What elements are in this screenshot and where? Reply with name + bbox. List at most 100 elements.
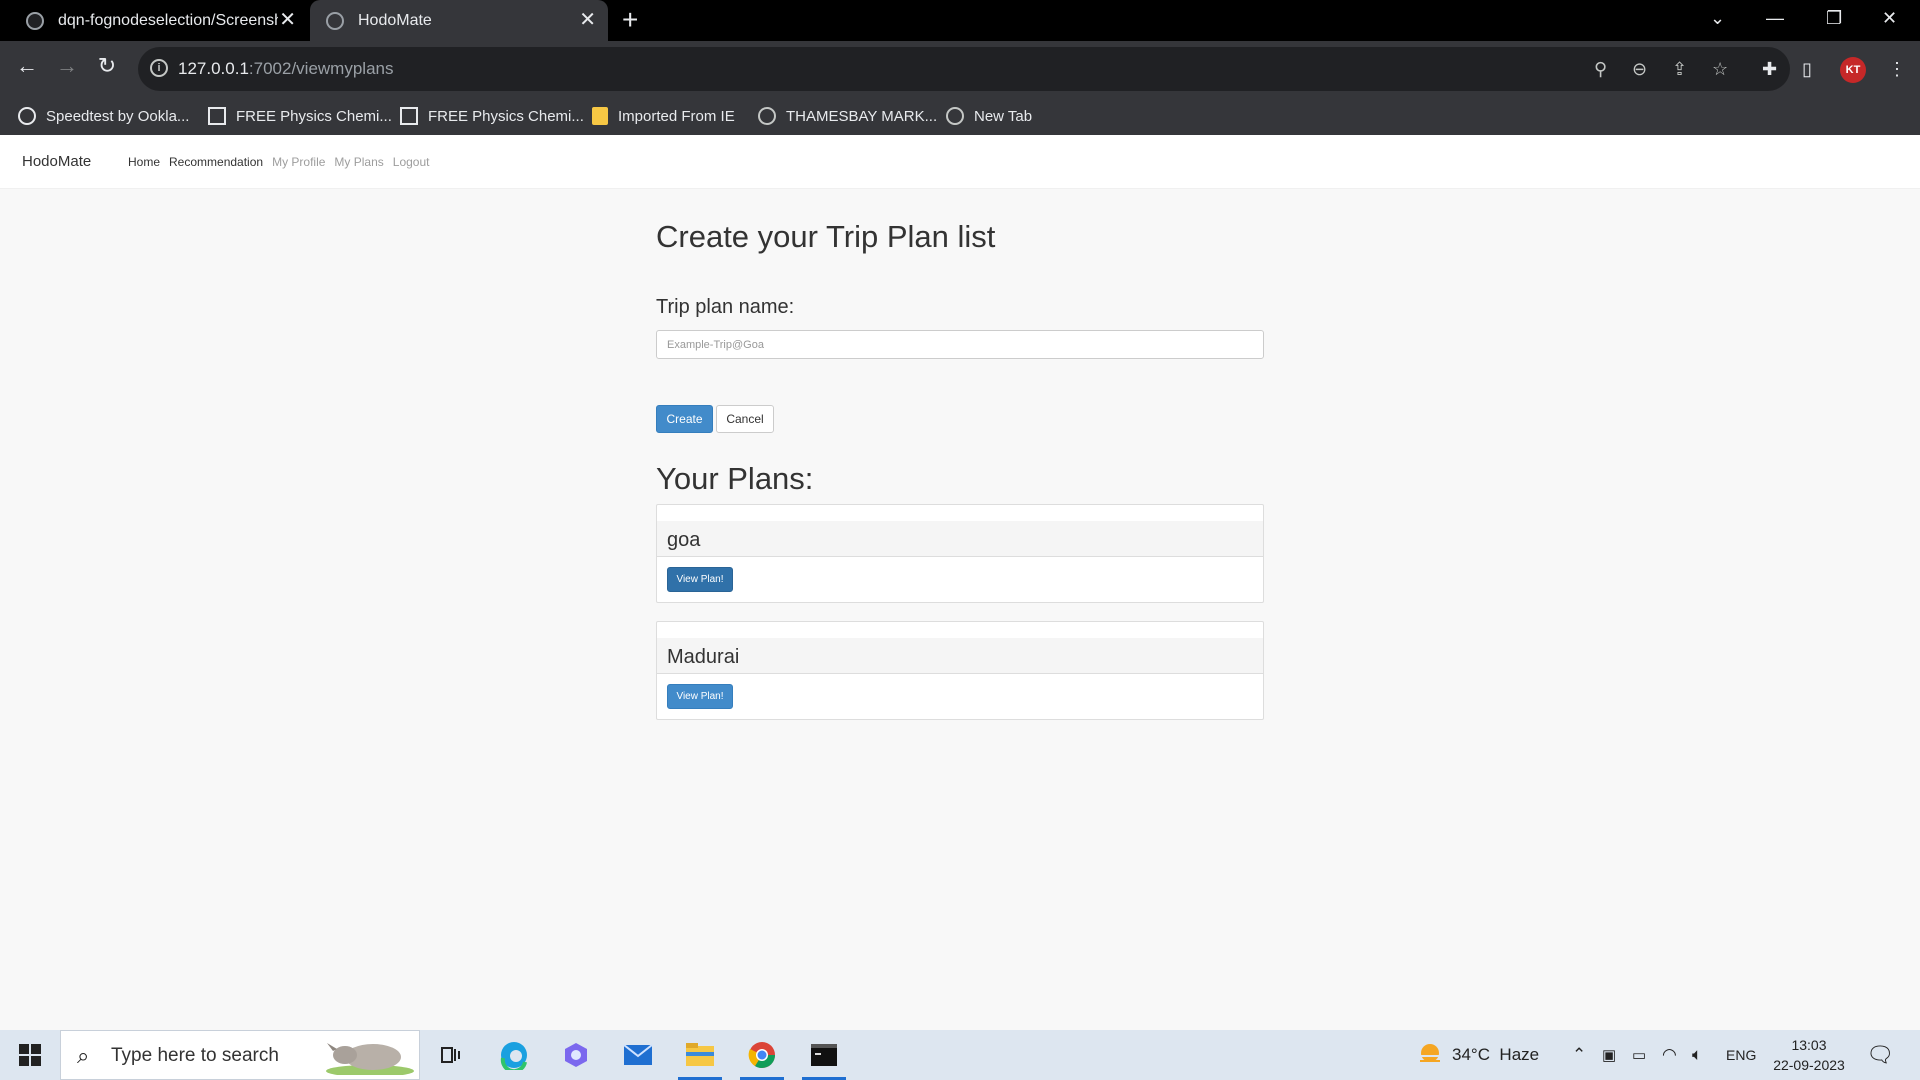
brand-link[interactable]: HodoMate [22,153,91,170]
close-window-button[interactable]: ✕ [1882,6,1897,30]
view-plan-button[interactable]: View Plan! [667,567,733,592]
nav-logout[interactable]: Logout [393,155,430,169]
view-plan-button[interactable]: View Plan! [667,684,733,709]
tab-search-icon[interactable]: ⌄ [1710,6,1725,30]
speedtest-icon [18,107,36,125]
reload-button[interactable]: ↻ [92,53,122,79]
nav-links: Home Recommendation My Profile My Plans … [128,155,429,169]
globe-icon [946,107,964,125]
task-view-icon[interactable] [424,1030,476,1080]
bookmark-folder[interactable]: Imported From IE [592,97,735,135]
haze-sun-icon [1420,1044,1440,1062]
page-title: Create your Trip Plan list [656,219,996,254]
cancel-button[interactable]: Cancel [716,405,774,433]
nav-my-profile[interactable]: My Profile [272,155,325,169]
nav-home[interactable]: Home [128,155,160,169]
task-view-glyph [441,1047,460,1063]
browser-tab-strip: dqn-fognodeselection/Screensho ✕ HodoMat… [0,0,1920,41]
file-explorer-icon[interactable] [674,1030,726,1080]
address-bar[interactable]: i 127.0.0.1:7002/viewmyplans ⚲ ⊖ ⇪ ☆ [138,47,1790,91]
app-navbar: HodoMate Home Recommendation My Profile … [0,135,1920,189]
search-highlight-image [326,1043,414,1075]
volume-icon[interactable]: 🔈︎ [1692,1030,1702,1080]
plan-name: goa [667,529,701,551]
plans-heading: Your Plans: [656,461,814,496]
terminal-icon[interactable] [798,1030,850,1080]
restore-button[interactable]: ❐ [1826,6,1842,30]
bookmark-label: THAMESBAY MARK... [786,107,938,125]
close-tab-icon[interactable]: ✕ [279,9,296,31]
bookmark-label: New Tab [974,107,1033,125]
folder-icon [592,107,608,125]
copilot-icon[interactable] [550,1030,602,1080]
create-button[interactable]: Create [656,405,713,433]
plan-card-header: goa [657,521,1263,557]
edge-icon[interactable] [488,1030,540,1080]
globe-icon [326,11,344,30]
bookmark-label: FREE Physics Chemi... [236,107,392,125]
wifi-icon[interactable]: ◠ [1662,1030,1677,1080]
weather-text: 34°C Haze [1452,1045,1540,1064]
mail-glyph [623,1044,653,1065]
search-placeholder: Type here to search [111,1045,279,1066]
share-icon[interactable]: ⇪ [1672,58,1687,80]
new-tab-button[interactable]: + [622,6,638,34]
clock[interactable]: 13:03 22-09-2023 [1766,1035,1852,1075]
plan-card: Madurai View Plan! [656,621,1264,720]
battery-icon[interactable]: ▭ [1632,1030,1646,1080]
meet-now-icon[interactable]: ▣ [1602,1030,1616,1080]
plan-name: Madurai [667,646,740,668]
forward-button[interactable]: → [52,53,82,79]
menu-icon[interactable]: ⋮ [1888,58,1906,80]
bookmark-label: Imported From IE [618,107,735,125]
plan-card-header: Madurai [657,638,1263,674]
trip-name-label: Trip plan name: [656,296,795,318]
side-panel-icon[interactable]: ▯ [1802,58,1812,80]
clock-time: 13:03 [1791,1037,1827,1053]
notifications-icon[interactable]: 🗨︎ [1866,1030,1894,1080]
back-button[interactable]: ← [12,53,42,79]
bookmark-item[interactable]: THAMESBAY MARK... [758,97,937,135]
minimize-button[interactable]: — [1766,6,1784,30]
url-text: 127.0.0.1:7002/viewmyplans [178,59,393,79]
trip-name-input[interactable] [656,330,1264,359]
start-button[interactable] [4,1030,56,1080]
bookmark-item[interactable]: FREE Physics Chemi... [400,97,584,135]
tab-title: dqn-fognodeselection/Screensho [58,11,278,29]
close-tab-icon[interactable]: ✕ [579,9,596,31]
tab-title: HodoMate [358,11,432,29]
bookmark-item[interactable]: Speedtest by Ookla... [18,97,189,135]
bookmark-star-icon[interactable]: ☆ [1712,58,1728,80]
bookmark-item[interactable]: New Tab [946,97,1032,135]
plan-card: goa View Plan! [656,504,1264,603]
chrome-icon[interactable] [736,1030,788,1080]
url-host: 127.0.0.1 [178,59,249,78]
globe-icon [758,107,776,125]
bookmarks-bar: Speedtest by Ookla... FREE Physics Chemi… [0,97,1920,135]
weather-widget[interactable]: 34°C Haze [1416,1030,1539,1080]
location-icon[interactable]: ⚲ [1594,58,1607,80]
site-info-icon[interactable]: i [150,59,168,77]
copilot-glyph [565,1043,587,1067]
bookmark-item[interactable]: FREE Physics Chemi... [208,97,392,135]
web-page: HodoMate Home Recommendation My Profile … [0,135,1920,1030]
mail-icon[interactable] [612,1030,664,1080]
language-indicator[interactable]: ENG [1726,1030,1756,1080]
zoom-icon[interactable]: ⊖ [1632,58,1647,80]
nav-recommendation[interactable]: Recommendation [169,155,263,169]
browser-toolbar: ← → ↻ i 127.0.0.1:7002/viewmyplans ⚲ ⊖ ⇪… [0,41,1920,97]
url-path: :7002/viewmyplans [248,59,394,78]
taskbar-search[interactable]: ⌕ Type here to search [60,1030,420,1080]
extensions-icon[interactable]: ✚ [1762,58,1777,80]
folder-glyph [686,1043,714,1066]
nav-my-plans[interactable]: My Plans [334,155,383,169]
show-hidden-icons[interactable]: ⌃ [1572,1030,1586,1080]
profile-avatar[interactable]: KT [1840,57,1866,83]
github-icon [26,11,44,30]
terminal-glyph [811,1044,837,1066]
windows-logo-icon [19,1044,41,1066]
tab-github[interactable]: dqn-fognodeselection/Screensho ✕ [12,0,308,41]
tab-hodomate[interactable]: HodoMate ✕ [310,0,608,41]
chrome-glyph [748,1042,776,1069]
bookmark-label: FREE Physics Chemi... [428,107,584,125]
